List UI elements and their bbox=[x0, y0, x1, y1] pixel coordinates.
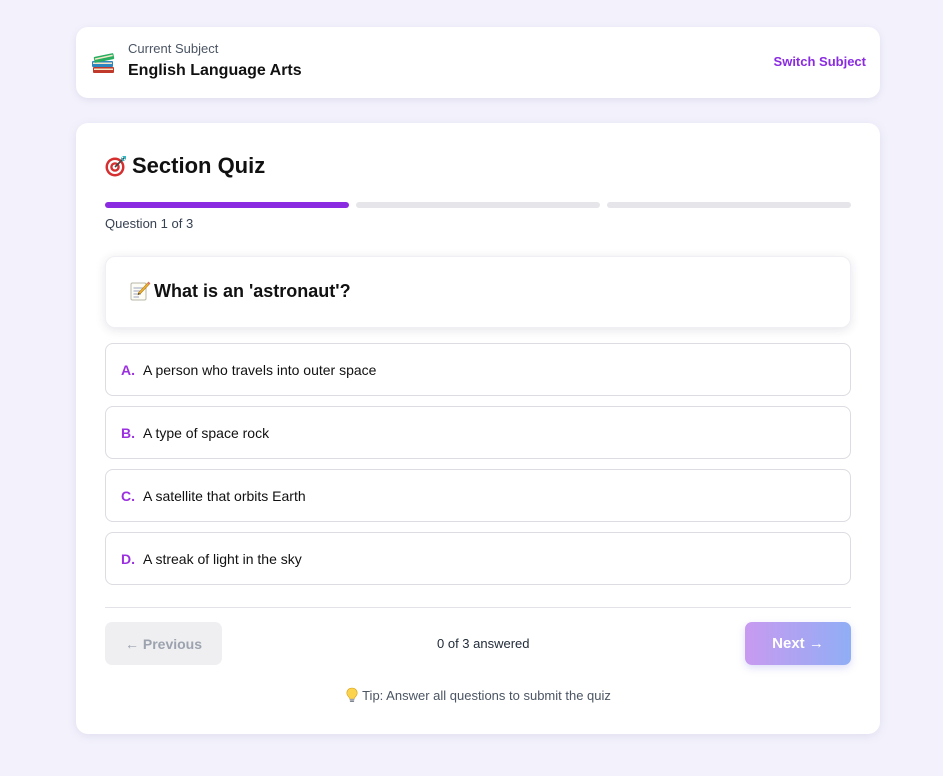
option-text: A streak of light in the sky bbox=[143, 550, 302, 567]
subject-caption: Current Subject bbox=[128, 41, 219, 56]
option-letter: D. bbox=[121, 550, 135, 567]
lightbulb-icon bbox=[346, 687, 358, 702]
switch-subject-link[interactable]: Switch Subject bbox=[774, 54, 866, 69]
question-text: What is an 'astronaut'? bbox=[154, 281, 351, 301]
quiz-card: Section Quiz Question 1 of 3 What is an … bbox=[76, 123, 880, 734]
divider bbox=[105, 607, 851, 608]
previous-button[interactable]: ← Previous bbox=[105, 622, 222, 665]
option-text: A satellite that orbits Earth bbox=[143, 487, 306, 504]
option-letter: B. bbox=[121, 424, 135, 441]
option-letter: A. bbox=[121, 361, 135, 378]
question-counter: Question 1 of 3 bbox=[105, 216, 194, 231]
subject-card: Current Subject English Language Arts Sw… bbox=[76, 27, 880, 98]
option-d[interactable]: D. A streak of light in the sky bbox=[105, 532, 851, 585]
option-text: A type of space rock bbox=[143, 424, 270, 441]
question-box: What is an 'astronaut'? bbox=[105, 256, 851, 328]
subject-name: English Language Arts bbox=[128, 62, 302, 79]
quiz-title-row: Section Quiz bbox=[104, 151, 265, 181]
answered-count: 0 of 3 answered bbox=[437, 636, 530, 651]
option-a[interactable]: A. A person who travels into outer space bbox=[105, 343, 851, 396]
option-text: A person who travels into outer space bbox=[143, 361, 377, 378]
option-c[interactable]: C. A satellite that orbits Earth bbox=[105, 469, 851, 522]
memo-icon bbox=[130, 281, 151, 301]
progress-segment-1 bbox=[105, 202, 349, 208]
tip-text: Tip: Answer all questions to submit the … bbox=[362, 687, 611, 703]
option-b[interactable]: B. A type of space rock bbox=[105, 406, 851, 459]
quiz-title: Section Quiz bbox=[132, 153, 266, 178]
progress-segment-2 bbox=[356, 202, 600, 208]
tip-row: Tip: Answer all questions to submit the … bbox=[76, 687, 880, 703]
option-letter: C. bbox=[121, 487, 135, 504]
target-icon bbox=[105, 156, 126, 177]
progress-segment-3 bbox=[607, 202, 851, 208]
books-icon bbox=[92, 53, 115, 73]
next-button[interactable]: Next → bbox=[745, 622, 851, 665]
